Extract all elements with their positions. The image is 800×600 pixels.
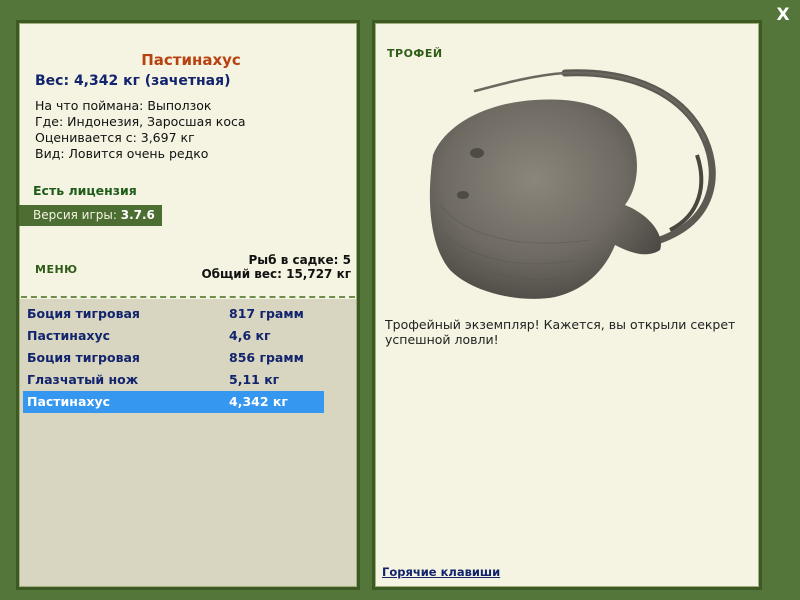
value-threshold-info: Оценивается с: 3,697 кг: [35, 130, 195, 145]
divider: [21, 296, 355, 298]
catch-weight: 4,6 кг: [229, 328, 271, 343]
rarity-info: Вид: Ловится очень редко: [35, 146, 209, 161]
cage-total-weight: Общий вес: 15,727 кг: [201, 267, 351, 281]
cage-stats: Рыб в садке: 5 Общий вес: 15,727 кг: [201, 253, 351, 281]
trophy-description: Трофейный экземпляр! Кажется, вы открыли…: [385, 317, 736, 347]
menu-button[interactable]: МЕНЮ: [35, 263, 78, 276]
catch-name: Глазчатый нож: [27, 372, 139, 387]
catch-name: Боция тигровая: [27, 306, 140, 321]
version-value: 3.7.6: [120, 208, 155, 222]
catch-list-row[interactable]: Боция тигровая 817 грамм: [23, 303, 324, 325]
catch-weight: 817 грамм: [229, 306, 304, 321]
fish-weight: Вес: 4,342 кг (зачетная): [35, 73, 231, 89]
catch-list-row[interactable]: Глазчатый нож 5,11 кг: [23, 369, 324, 391]
catch-name: Пастинахус: [27, 328, 111, 343]
license-status: Есть лицензия: [33, 183, 137, 198]
version-bar: Версия игры: 3.7.6: [19, 205, 162, 226]
stingray-image: [429, 69, 716, 299]
hotkeys-link[interactable]: Горячие клавиши: [382, 565, 500, 579]
catch-list-row[interactable]: Пастинахус 4,6 кг: [23, 325, 324, 347]
version-label: Версия игры:: [33, 208, 117, 222]
catch-list-row-selected[interactable]: Пастинахус 4,342 кг: [23, 391, 324, 413]
catch-weight: 5,11 кг: [229, 372, 280, 387]
location-info: Где: Индонезия, Заросшая коса: [35, 114, 246, 129]
close-button[interactable]: X: [773, 5, 793, 25]
catch-list: Боция тигровая 817 грамм Пастинахус 4,6 …: [20, 299, 356, 586]
cage-count: Рыб в садке: 5: [248, 253, 352, 267]
catch-name: Пастинахус: [27, 394, 111, 409]
bait-info: На что поймана: Выползок: [35, 98, 212, 113]
catch-weight: 4,342 кг: [229, 394, 288, 409]
trophy-panel: ТРОФЕЙ Трофейный экземпляр! Кажется, вы …: [372, 20, 762, 590]
catch-name: Боция тигровая: [27, 350, 140, 365]
catch-list-row[interactable]: Боция тигровая 856 грамм: [23, 347, 324, 369]
catch-weight: 856 грамм: [229, 350, 304, 365]
fish-title: Пастинахус: [141, 51, 241, 69]
fish-info-panel: Пастинахус Вес: 4,342 кг (зачетная) На ч…: [16, 20, 360, 590]
